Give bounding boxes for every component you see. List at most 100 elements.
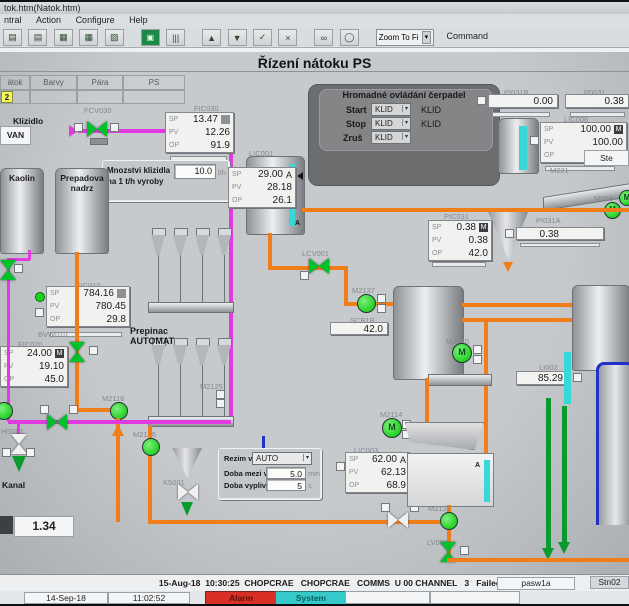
toolbar-button-1[interactable]: ▤	[3, 29, 22, 46]
pump-m2114[interactable]: M	[382, 418, 402, 438]
machine-chest-level	[484, 460, 490, 502]
valve-h5003[interactable]	[47, 414, 67, 430]
m221-label: M221	[550, 166, 569, 175]
menu-item-action[interactable]: Action	[36, 14, 61, 27]
instrument-lic001[interactable]: SP29.00A PV28.18 OP26.1	[228, 167, 296, 208]
scb1b-value[interactable]: 42.0	[330, 322, 388, 335]
pump-m005b[interactable]: M	[619, 190, 629, 206]
valve-k5001[interactable]	[178, 484, 198, 500]
rezim-interval-input[interactable]: 5.0	[266, 467, 306, 479]
standpipe-level	[519, 126, 527, 170]
instrument-fic010[interactable]: SP784.16 PV780.45 OP29.8	[46, 286, 130, 327]
pipe-green-1	[546, 398, 551, 548]
valve-lcv001[interactable]	[309, 258, 329, 274]
tab-para[interactable]: Pára	[77, 75, 123, 90]
van-button[interactable]: VAN	[0, 126, 31, 145]
pipe-to-m2116	[75, 408, 114, 412]
machine-chest	[407, 453, 494, 507]
tag-square	[69, 405, 78, 414]
menu-bar: ntral Action Configure Help	[0, 14, 629, 27]
rezim-duration-input[interactable]: 5	[266, 479, 306, 491]
display-icon[interactable]: ▣	[141, 29, 160, 46]
pump-m2121[interactable]	[440, 512, 458, 530]
valve-fcv030[interactable]	[87, 121, 107, 137]
up-arrow-button[interactable]: ▲	[202, 29, 221, 46]
toolbar-button-4[interactable]: ▦	[79, 29, 98, 46]
hopper	[405, 422, 484, 450]
klizidlo-label: Klizidlo	[13, 116, 43, 126]
instrument-fic030[interactable]: SP13.47 PV12.26 OP91.9	[165, 112, 234, 153]
sp-mode-badge	[117, 289, 126, 298]
k5001-funnel	[172, 448, 202, 478]
valve-bvw010[interactable]	[69, 342, 85, 362]
tab-barvy[interactable]: Barvy	[30, 75, 77, 90]
instrument-pic031[interactable]: SP0.38M PV0.38 OP42.0	[428, 220, 492, 261]
bvw010-label: BVW010	[38, 330, 68, 339]
valve-bottom-manual[interactable]	[388, 512, 408, 528]
magnifier-icon[interactable]: ◯	[340, 29, 359, 46]
chevron-down-icon: ▾	[402, 133, 408, 140]
stock-tank	[393, 286, 464, 380]
pump-m2140[interactable]: M	[452, 343, 472, 363]
stop-status: KLID	[421, 119, 441, 129]
ack-check-button[interactable]: ✓	[253, 29, 272, 46]
station-indicator: Stn02	[590, 576, 629, 589]
pump-left-edge[interactable]	[0, 402, 13, 420]
close-x-button[interactable]: ×	[278, 29, 297, 46]
pic031-bar	[432, 262, 486, 267]
li002-value[interactable]: 85.29	[516, 371, 568, 385]
mnozstvi-line1: Mnozstvi klizidla	[107, 166, 170, 175]
po031-value[interactable]: 0.38	[565, 94, 629, 108]
status-blank-2	[430, 591, 520, 604]
tab-ps[interactable]: PS	[123, 75, 185, 90]
pi031a-value[interactable]: 0.38	[516, 227, 604, 240]
down-arrow-button[interactable]: ▼	[228, 29, 247, 46]
rezim-duration-label: Doba vyplivu	[224, 481, 271, 490]
stop-label: Stop	[346, 119, 366, 129]
status-row: 14-Sep-18 11:02:52 Alarm System	[0, 591, 629, 604]
pump-m2136[interactable]	[142, 438, 160, 456]
toolbar-button-3[interactable]: ▦	[54, 29, 73, 46]
window-title: tok.htm(Natok.htm)	[4, 3, 81, 13]
binoculars-icon[interactable]: ∞	[314, 29, 333, 46]
mnozstvi-input[interactable]: 10.0	[174, 164, 216, 179]
valve-manual-kanal[interactable]	[11, 434, 27, 454]
pi031b-value[interactable]: 0.00	[488, 94, 558, 108]
start-combo[interactable]: KLID▾	[371, 103, 411, 116]
menu-item-central[interactable]: ntral	[4, 14, 22, 27]
menu-item-configure[interactable]: Configure	[76, 14, 115, 27]
alarm-line: 15-Aug-18 10:30:25 CHOPCRAE CHOPCRAE COM…	[120, 578, 540, 588]
drip-arrow	[503, 262, 513, 272]
tag-square	[573, 373, 582, 382]
level-marker-a: A	[295, 220, 300, 227]
tag-square	[377, 304, 386, 313]
lcv001-label: LCV001	[302, 249, 329, 258]
stop-combo[interactable]: KLID▾	[371, 117, 411, 130]
tag-square	[530, 136, 539, 145]
rezim-mode-combo[interactable]: AUTO▾	[252, 452, 312, 465]
tag-square	[477, 96, 486, 105]
mnozstvi-line2: na 1 t/h vyroby	[107, 177, 163, 186]
tag-square	[74, 123, 83, 132]
tag-square	[110, 123, 119, 132]
pump-m2137[interactable]	[357, 294, 376, 313]
density-tag	[0, 516, 13, 534]
rezim-duration-unit: s	[308, 481, 312, 490]
cancel-combo[interactable]: KLID▾	[371, 131, 411, 144]
monitor-photo: tok.htm(Natok.htm) ntral Action Configur…	[0, 0, 629, 606]
zoom-select[interactable]: Zoom To Fi▾	[376, 29, 434, 46]
distributor-1	[148, 228, 232, 312]
tag-square	[381, 503, 390, 512]
bars-icon[interactable]: |||	[166, 29, 185, 46]
toolbar-button-5[interactable]: ▨	[105, 29, 124, 46]
pump-panel-title: Hromadné ovládání čerpadel	[309, 90, 499, 100]
pipe-green-2	[562, 406, 567, 542]
menu-item-help[interactable]: Help	[129, 14, 148, 27]
chevron-down-icon: ▾	[402, 119, 408, 126]
instrument-lic003[interactable]: SP62.00A PV62.13 OP68.9	[345, 452, 410, 493]
chevron-down-icon[interactable]: ▾	[422, 31, 432, 44]
ste-button[interactable]: Ste	[584, 150, 629, 166]
instrument-fic020[interactable]: SP24.00M PV19.10 OP45.0	[0, 346, 68, 387]
tab-natok[interactable]: átok	[0, 75, 30, 90]
toolbar-button-2[interactable]: ▤	[28, 29, 47, 46]
